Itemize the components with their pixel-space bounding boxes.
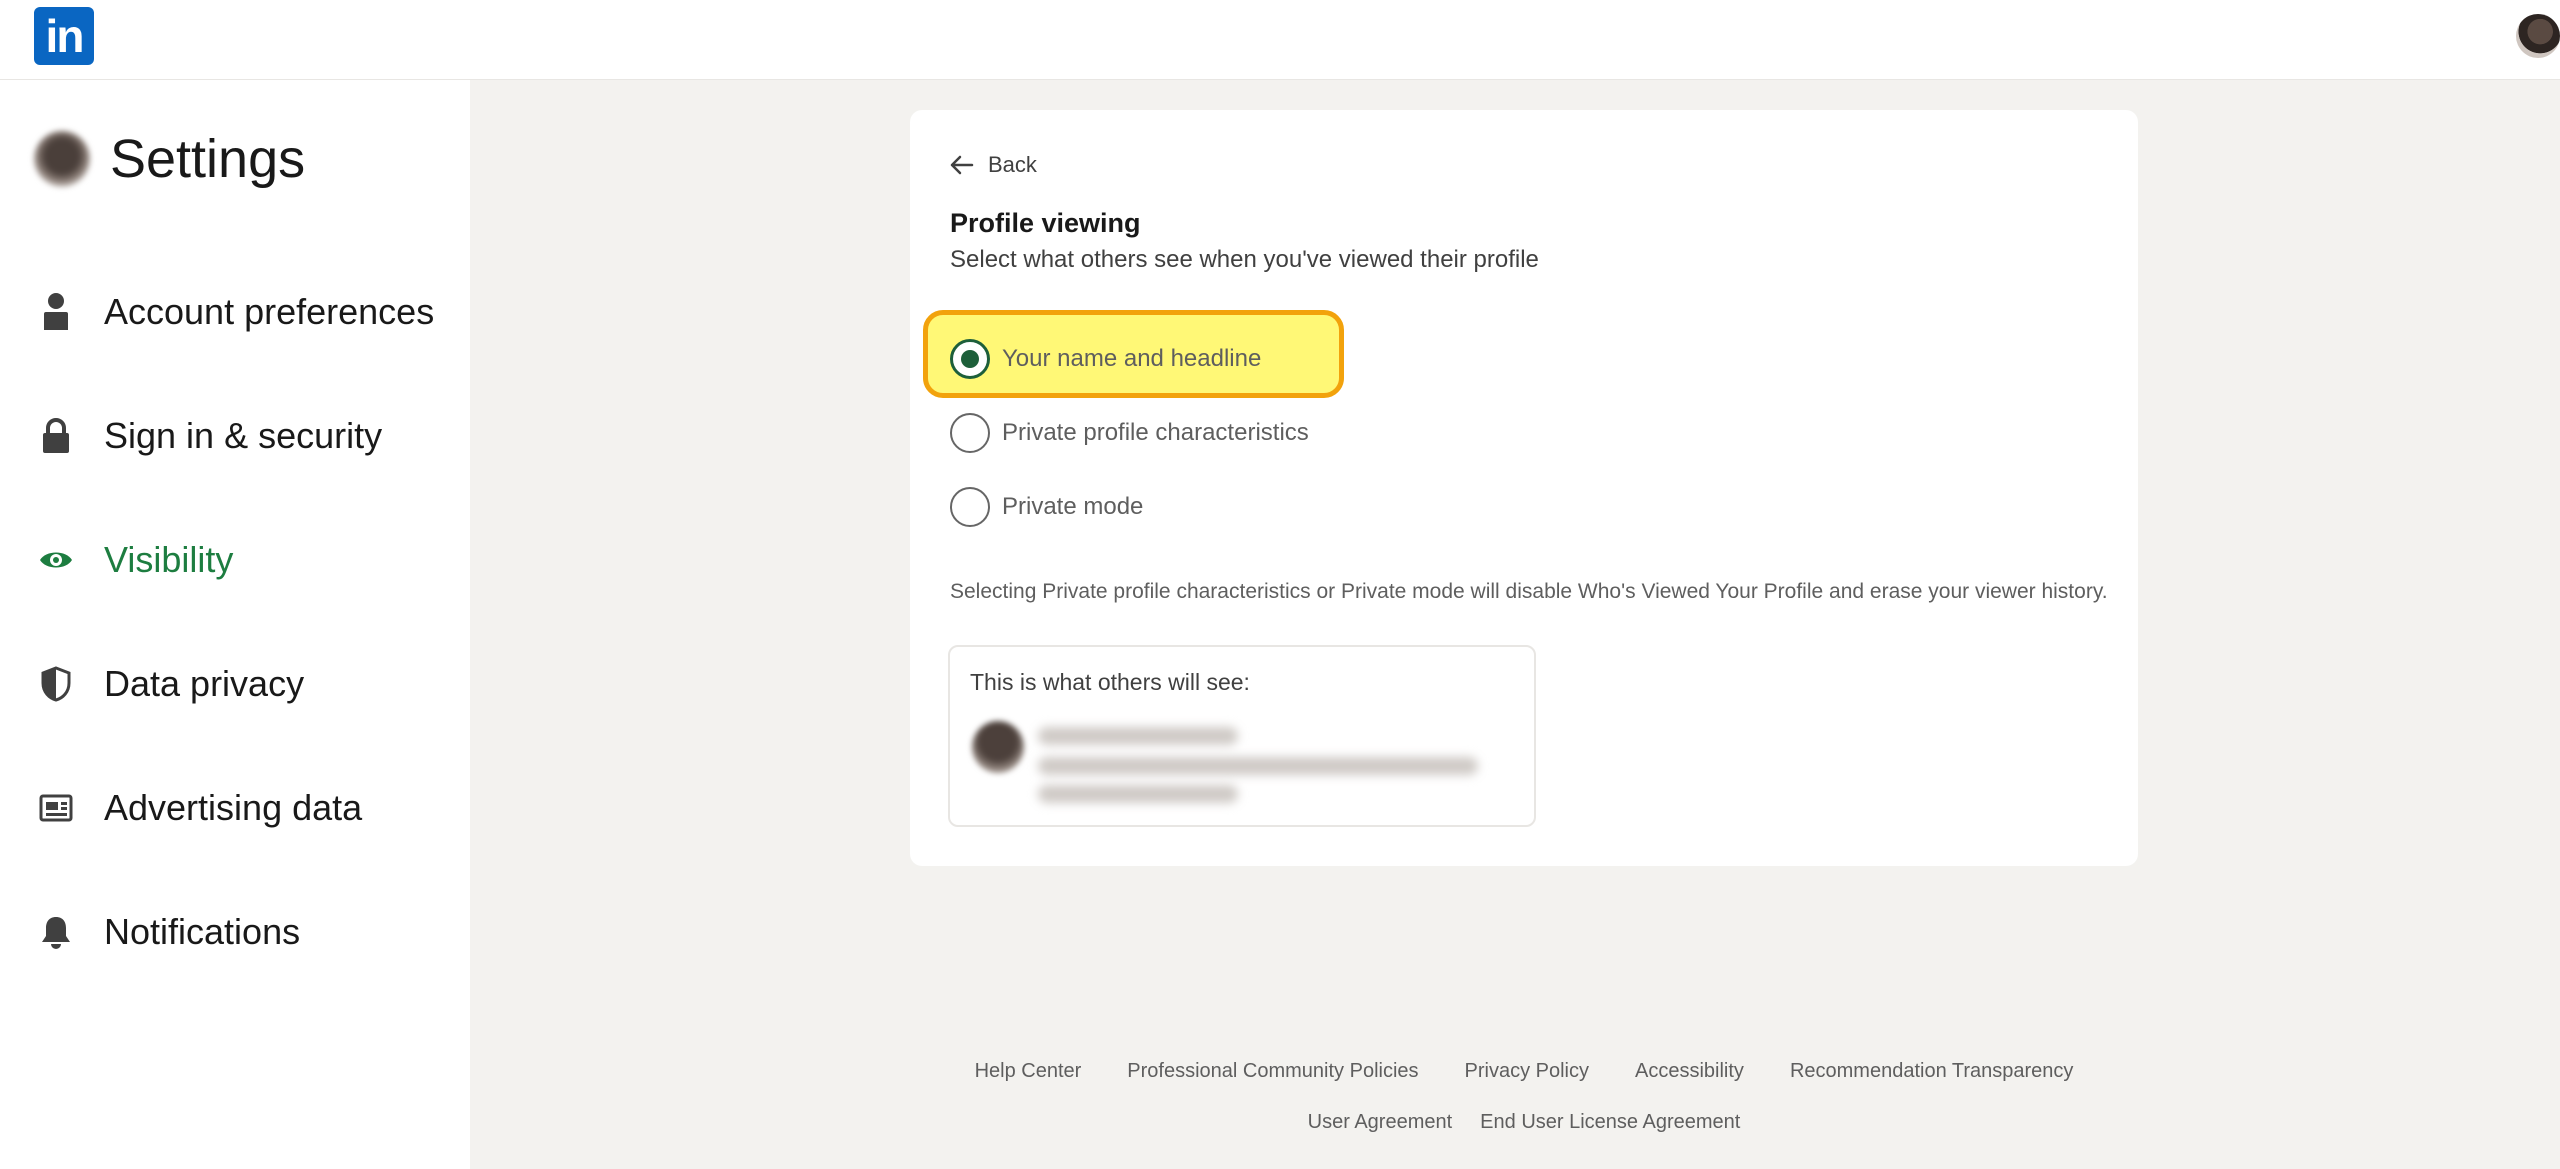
footer-links-row-1: Help Center Professional Community Polic… bbox=[910, 1060, 2138, 1083]
arrow-left-icon bbox=[950, 155, 974, 175]
preview-title: This is what others will see: bbox=[970, 669, 1250, 695]
footer-link-recommendation-transparency[interactable]: Recommendation Transparency bbox=[1790, 1060, 2073, 1083]
top-bar: in bbox=[0, 0, 2560, 80]
option-name-and-headline[interactable]: Your name and headline bbox=[950, 322, 1309, 396]
sidebar-item-account-preferences[interactable]: Account preferences bbox=[36, 250, 456, 374]
option-private-profile-characteristics[interactable]: Private profile characteristics bbox=[950, 396, 1309, 470]
blurred-detail bbox=[1038, 785, 1238, 803]
section-subtitle: Select what others see when you've viewe… bbox=[950, 246, 1539, 273]
profile-viewing-card: Back Profile viewing Select what others … bbox=[910, 110, 2138, 866]
radio-button-selected[interactable] bbox=[950, 339, 990, 379]
sidebar-item-visibility[interactable]: Visibility bbox=[36, 498, 456, 622]
settings-sidebar: Settings Account preferences Sign in & s… bbox=[0, 80, 470, 1169]
settings-header: Settings bbox=[34, 128, 305, 190]
footer-link-privacy-policy[interactable]: Privacy Policy bbox=[1465, 1060, 1589, 1083]
blurred-name bbox=[1038, 727, 1238, 745]
page-title: Settings bbox=[110, 129, 306, 189]
footer-link-accessibility[interactable]: Accessibility bbox=[1635, 1060, 1744, 1083]
blurred-headline bbox=[1038, 757, 1478, 775]
option-label: Your name and headline bbox=[1002, 345, 1262, 372]
sidebar-item-label: Account preferences bbox=[104, 291, 435, 332]
sidebar-item-notifications[interactable]: Notifications bbox=[36, 870, 456, 994]
back-button[interactable]: Back bbox=[950, 152, 1037, 178]
profile-viewing-options: Your name and headline Private profile c… bbox=[950, 322, 1309, 544]
radio-button[interactable] bbox=[950, 487, 990, 527]
sidebar-item-label: Sign in & security bbox=[104, 415, 383, 456]
option-label: Private mode bbox=[1002, 493, 1144, 520]
footer-link-community-policies[interactable]: Professional Community Policies bbox=[1127, 1060, 1418, 1083]
sidebar-item-advertising-data[interactable]: Advertising data bbox=[36, 746, 456, 870]
option-private-mode[interactable]: Private mode bbox=[950, 470, 1309, 544]
me-avatar[interactable] bbox=[2516, 14, 2560, 58]
eye-icon bbox=[36, 540, 76, 580]
footer: Help Center Professional Community Polic… bbox=[910, 1060, 2138, 1162]
back-label: Back bbox=[988, 152, 1037, 177]
avatar bbox=[34, 131, 90, 187]
radio-button[interactable] bbox=[950, 413, 990, 453]
sidebar-item-label: Notifications bbox=[104, 911, 301, 952]
sidebar-item-label: Visibility bbox=[104, 539, 234, 580]
footer-link-user-agreement[interactable]: User Agreement bbox=[1308, 1111, 1453, 1134]
settings-nav: Account preferences Sign in & security V… bbox=[36, 250, 456, 994]
preview-box: This is what others will see: bbox=[948, 645, 1536, 827]
lock-icon bbox=[36, 416, 76, 456]
ad-icon bbox=[36, 788, 76, 828]
footer-links-row-2: User Agreement End User License Agreemen… bbox=[910, 1111, 2138, 1134]
person-icon bbox=[36, 292, 76, 332]
sidebar-item-label: Advertising data bbox=[104, 787, 363, 828]
sidebar-item-sign-in-security[interactable]: Sign in & security bbox=[36, 374, 456, 498]
footer-link-help-center[interactable]: Help Center bbox=[975, 1060, 1082, 1083]
preview-avatar bbox=[972, 721, 1024, 773]
section-title: Profile viewing bbox=[950, 208, 1141, 238]
option-label: Private profile characteristics bbox=[1002, 419, 1309, 446]
footer-link-eula[interactable]: End User License Agreement bbox=[1480, 1111, 1740, 1134]
bell-icon bbox=[36, 912, 76, 952]
sidebar-item-label: Data privacy bbox=[104, 663, 305, 704]
shield-icon bbox=[36, 664, 76, 704]
privacy-note: Selecting Private profile characteristic… bbox=[950, 580, 2108, 603]
linkedin-logo[interactable]: in bbox=[34, 7, 94, 65]
sidebar-item-data-privacy[interactable]: Data privacy bbox=[36, 622, 456, 746]
